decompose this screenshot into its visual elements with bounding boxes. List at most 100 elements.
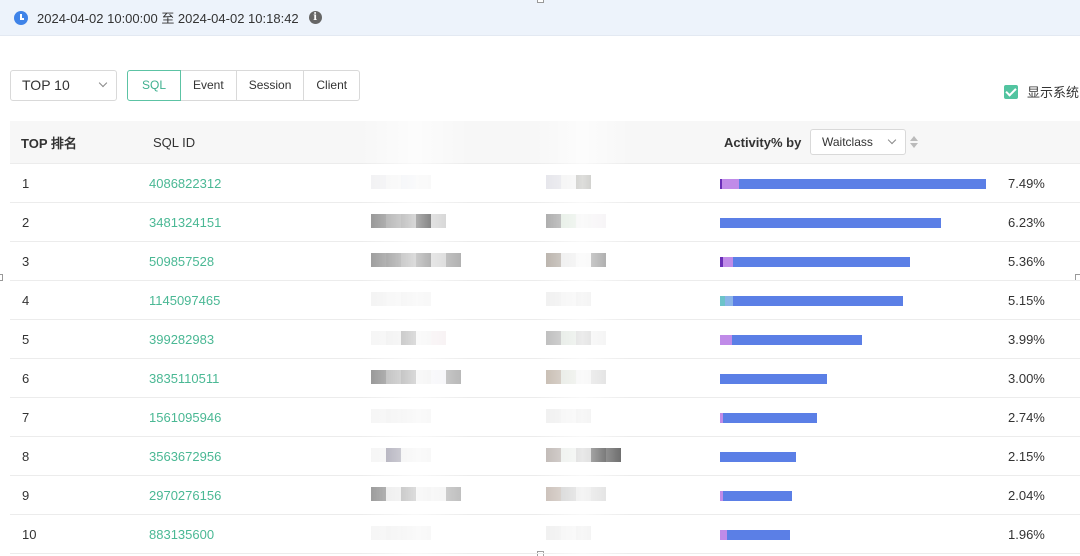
activity-bar-segment <box>720 218 941 228</box>
redacted-cell <box>371 214 446 230</box>
activity-bar-segment <box>723 257 733 267</box>
activity-bar[interactable] <box>720 413 817 423</box>
activity-bar-segment <box>720 374 827 384</box>
table-header: TOP 排名 SQL ID Activity% by Waitclass <box>10 121 1080 164</box>
activity-percent: 3.99% <box>1008 332 1045 347</box>
redacted-cell <box>546 409 591 425</box>
redacted-cell <box>371 370 461 386</box>
info-icon[interactable]: i <box>308 11 322 24</box>
redacted-cell <box>546 292 591 308</box>
resize-handle-left[interactable] <box>0 274 3 281</box>
tab-session[interactable]: Session <box>235 69 305 101</box>
activity-percent: 7.49% <box>1008 176 1045 191</box>
show-system-label: 显示系统 <box>1027 85 1080 100</box>
tab-sql[interactable]: SQL <box>127 69 181 101</box>
show-system-toggle[interactable]: 显示系统 <box>1004 82 1079 101</box>
rank-cell: 6 <box>22 371 30 386</box>
sql-id-link[interactable]: 399282983 <box>149 332 214 347</box>
redacted-cell <box>546 487 606 503</box>
activity-bar-segment <box>727 530 790 540</box>
table-row[interactable]: 7 1561095946 2.74% <box>10 398 1080 437</box>
redacted-cell <box>371 292 431 308</box>
rank-cell: 10 <box>22 527 37 542</box>
redacted-cell <box>546 214 606 230</box>
sql-id-link[interactable]: 883135600 <box>149 527 214 542</box>
redacted-cell <box>546 526 591 542</box>
activity-bar[interactable] <box>720 179 986 189</box>
activity-bar[interactable] <box>720 530 790 540</box>
sql-id-link[interactable]: 509857528 <box>149 254 214 269</box>
activity-bar[interactable] <box>720 218 941 228</box>
top-n-select[interactable]: TOP 10 <box>10 69 117 101</box>
activity-bar[interactable] <box>720 491 792 501</box>
rank-cell: 8 <box>22 449 30 464</box>
time-range-text: 2024-04-02 10:00:00 至 2024-04-02 10:18:4… <box>37 11 299 26</box>
activity-bar[interactable] <box>720 374 827 384</box>
sql-id-link[interactable]: 3481324151 <box>149 215 221 230</box>
activity-bar-segment <box>733 296 903 306</box>
sql-id-link[interactable]: 1145097465 <box>149 293 220 308</box>
activity-bar-segment <box>720 530 727 540</box>
table-row[interactable]: 1 4086822312 7.49% <box>10 164 1080 203</box>
toolbar: TOP 10 SQL Event Session Client <box>10 69 361 101</box>
activity-bar-segment <box>720 335 732 345</box>
activity-bar[interactable] <box>720 452 796 462</box>
rank-cell: 7 <box>22 410 30 425</box>
rank-cell: 1 <box>22 176 30 191</box>
table-row[interactable]: 5 399282983 3.99% <box>10 320 1080 359</box>
sql-id-link[interactable]: 3835110511 <box>149 371 219 386</box>
tab-event[interactable]: Event <box>180 69 237 101</box>
activity-percent: 5.36% <box>1008 254 1045 269</box>
sql-id-link[interactable]: 2970276156 <box>149 488 221 503</box>
table-row[interactable]: 6 3835110511 3.00% <box>10 359 1080 398</box>
redacted-cell <box>371 448 431 464</box>
table-row[interactable]: 4 1145097465 5.15% <box>10 281 1080 320</box>
chevron-down-icon <box>887 135 897 145</box>
redacted-cell <box>546 370 606 386</box>
table-row[interactable]: 9 2970276156 2.04% <box>10 476 1080 515</box>
activity-bar[interactable] <box>720 257 910 267</box>
rank-cell: 3 <box>22 254 30 269</box>
table-body: 1 4086822312 7.49% 2 3481324151 6.23% 3 5098575… <box>10 164 1080 554</box>
checkbox-checked[interactable] <box>1004 84 1018 99</box>
table-row[interactable]: 3 509857528 5.36% <box>10 242 1080 281</box>
activity-bar[interactable] <box>720 296 903 306</box>
chevron-down-icon <box>98 78 108 88</box>
sql-id-link[interactable]: 1561095946 <box>149 410 221 425</box>
redacted-cell <box>371 175 431 191</box>
header-sql-id: SQL ID <box>153 134 196 150</box>
redacted-cell <box>546 331 606 347</box>
activity-bar-segment <box>732 335 862 345</box>
activity-bar-segment <box>722 179 739 189</box>
redacted-cell <box>371 409 431 425</box>
activity-percent: 5.15% <box>1008 293 1045 308</box>
activity-bar-segment <box>720 452 796 462</box>
header-rank: TOP 排名 <box>21 135 77 151</box>
tab-client[interactable]: Client <box>303 69 361 101</box>
redacted-cell <box>371 526 431 542</box>
rank-cell: 5 <box>22 332 30 347</box>
activity-percent: 2.74% <box>1008 410 1045 425</box>
activity-bar-segment <box>723 491 792 501</box>
table-row[interactable]: 8 3563672956 2.15% <box>10 437 1080 476</box>
resize-handle-top[interactable] <box>537 0 544 3</box>
group-by-value: Waitclass <box>822 135 873 149</box>
redacted-cell <box>371 253 461 269</box>
redacted-cell <box>371 487 461 503</box>
sort-icon[interactable] <box>910 136 919 149</box>
activity-bar[interactable] <box>720 335 862 345</box>
activity-bar-segment <box>733 257 910 267</box>
table-row[interactable]: 2 3481324151 6.23% <box>10 203 1080 242</box>
redacted-cell <box>371 331 446 347</box>
header-activity: Activity% by <box>724 134 802 150</box>
table-row[interactable]: 10 883135600 1.96% <box>10 515 1080 554</box>
activity-bar-segment <box>723 413 817 423</box>
rank-cell: 9 <box>22 488 30 503</box>
redacted-cell <box>546 448 621 464</box>
sql-id-link[interactable]: 4086822312 <box>149 176 221 191</box>
activity-percent: 2.04% <box>1008 488 1045 503</box>
top-sql-table: TOP 排名 SQL ID Activity% by Waitclass 1 40… <box>10 121 1080 554</box>
group-by-select[interactable]: Waitclass <box>810 129 906 155</box>
sql-id-link[interactable]: 3563672956 <box>149 449 221 464</box>
activity-bar-segment <box>725 296 733 306</box>
